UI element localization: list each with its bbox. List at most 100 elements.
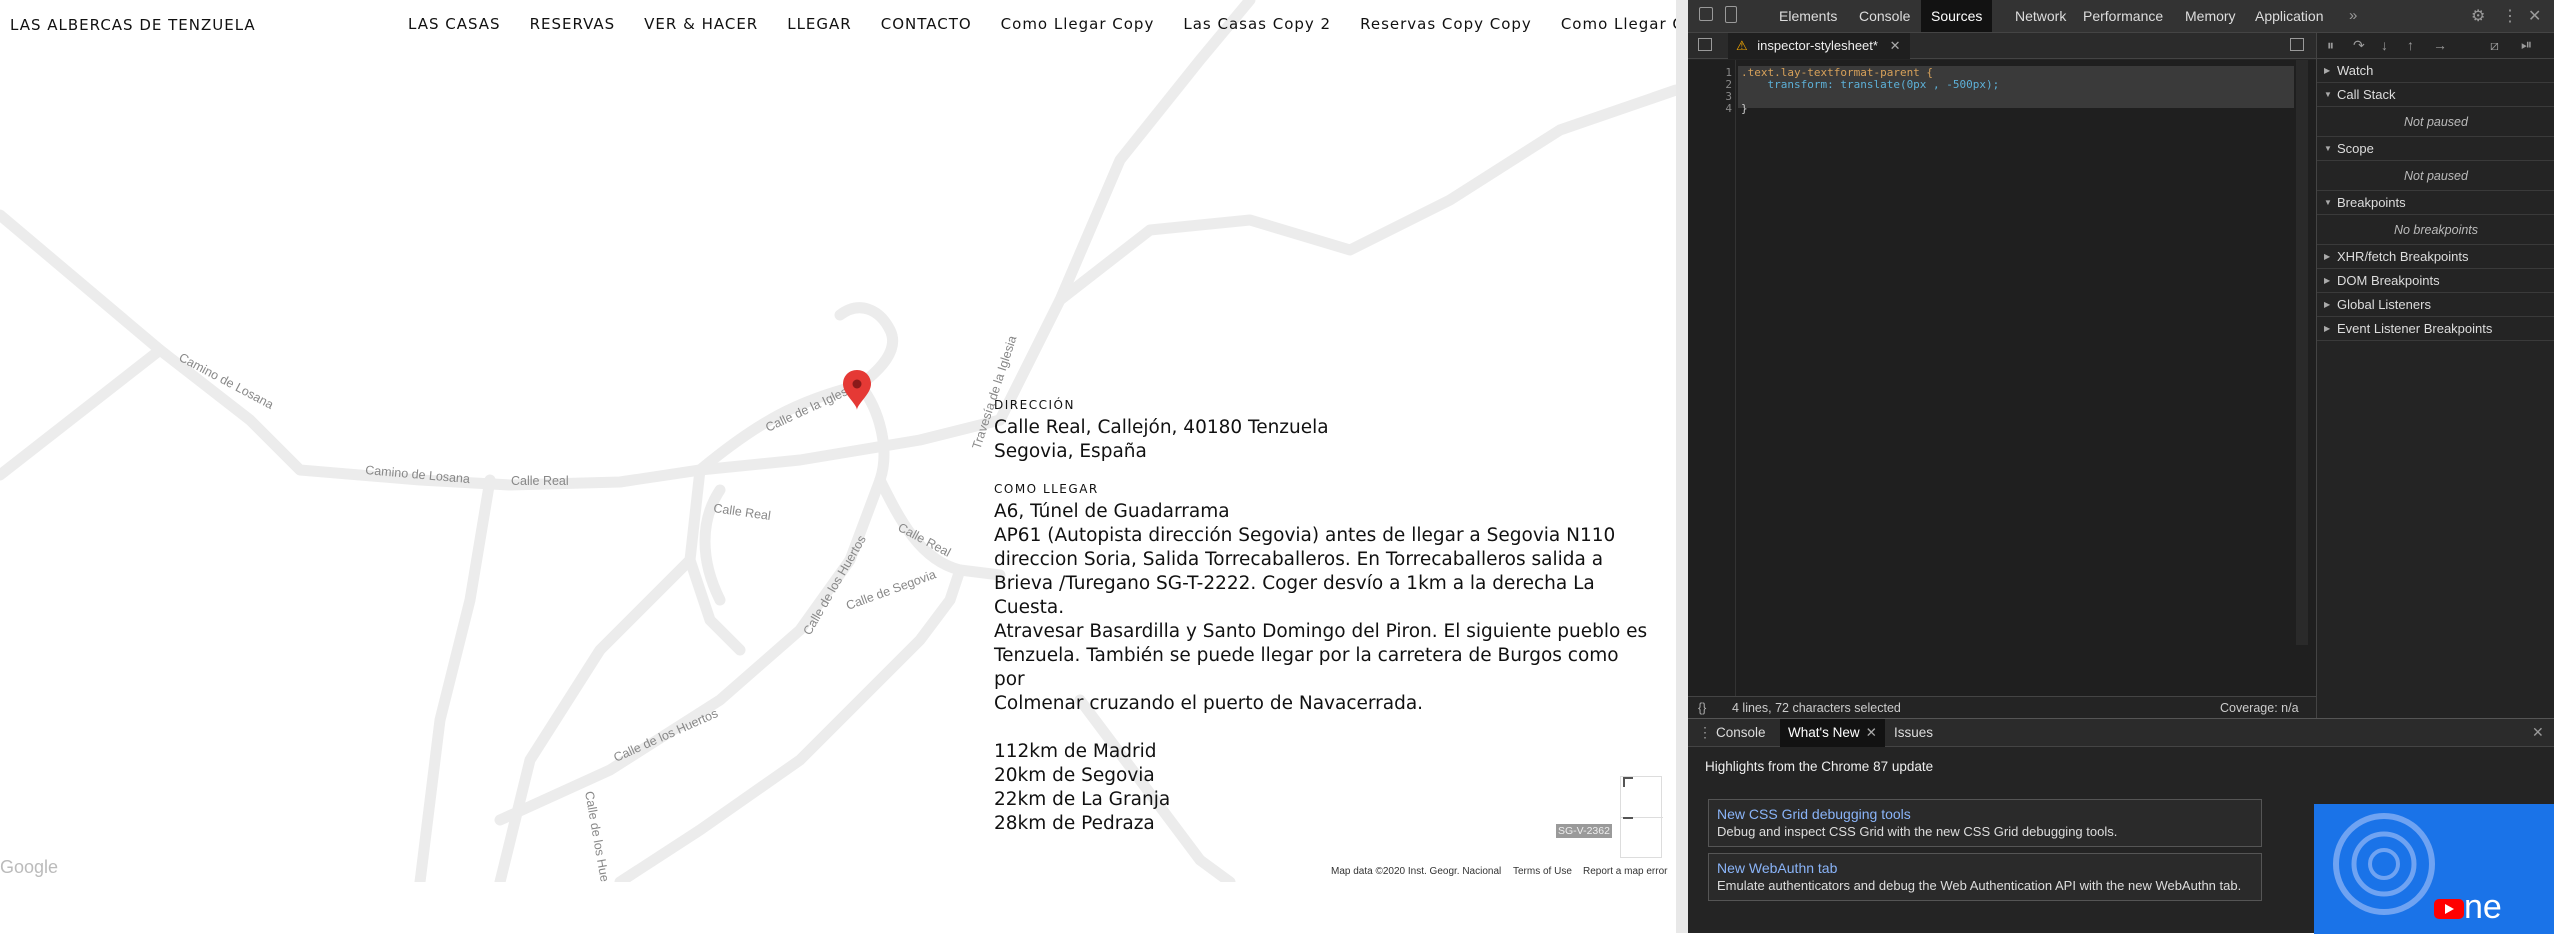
distance-item: 112km de Madrid [994,741,1157,762]
map-zoom-control[interactable] [1620,776,1663,858]
settings-gear-icon[interactable]: ⚙ [2471,6,2485,26]
website-viewport: Camino de Losana Camino de Losana Calle Re… [0,0,1676,933]
card-description: Emulate authenticators and debug the Web… [1717,878,2242,893]
close-devtools-icon[interactable]: ✕ [2528,6,2541,26]
editor-scrollbar[interactable] [2296,60,2308,645]
nav-link[interactable]: CONTACTO [881,15,972,33]
expanded-triangle-icon: ▼ [2324,198,2332,207]
inspect-element-icon[interactable] [1699,7,1713,21]
pause-on-exceptions-icon[interactable]: ⏯ [2521,36,2532,53]
pause-icon[interactable]: ⏸ [2327,37,2334,54]
section-dom-breakpoints[interactable]: ▶ DOM Breakpoints [2317,269,2554,293]
drawer-tab-label: Issues [1894,725,1934,740]
como-llegar-line: direccion Soria, Salida Torrecaballeros.… [994,549,1604,570]
tab-performance[interactable]: Performance [2073,0,2173,32]
kebab-menu-icon[interactable]: ⋮ [2502,6,2518,26]
code-line[interactable]: transform: translate(0px , -500px); [1741,78,1999,91]
nav-link[interactable]: LLEGAR [787,15,852,33]
report-map-error-link[interactable]: Report a map error [1583,866,1667,877]
devtools-tab-bar: Elements Console Sources Network Performance… [1688,0,2554,33]
tab-application[interactable]: Application [2245,0,2334,32]
pretty-print-icon[interactable]: {} [1698,697,1706,719]
como-llegar-line: A6, Túnel de Guadarrama [994,501,1230,522]
file-tab[interactable]: ⚠ inspector-stylesheet* ✕ [1728,33,1911,59]
nav-link[interactable]: RESERVAS [530,15,616,33]
step-over-icon[interactable]: ↷ [2353,37,2365,54]
promo-video-thumbnail[interactable]: ne [2314,804,2554,934]
collapsed-triangle-icon: ▶ [2324,324,2331,333]
tab-elements[interactable]: Elements [1769,0,1847,32]
whats-new-card[interactable]: New CSS Grid debugging tools Debug and in… [1708,799,2262,847]
distance-item: 22km de La Granja [994,789,1171,810]
drawer-tab-label: Console [1716,725,1766,740]
line-gutter: 1234 [1688,60,1736,696]
section-xhr-fetch-breakpoints[interactable]: ▶ XHR/fetch Breakpoints [2317,245,2554,269]
section-call-stack[interactable]: ▼ Call Stack [2317,83,2554,107]
step-icon[interactable]: → [2433,37,2447,53]
code-line[interactable]: } [1741,102,1748,115]
section-global-listeners[interactable]: ▶ Global Listeners [2317,293,2554,317]
debugger-sidebar: ⏸ ↷ ↓ ↑ → ⧄ ⏯ ▶ Watch ▼ Call Stack Not pause… [2316,33,2554,718]
close-file-icon[interactable]: ✕ [1890,38,1901,53]
road-badge: SG-V-2362 [1556,824,1612,838]
drawer-tab-what-s-new[interactable]: What's New ✕ [1780,719,1885,747]
section-note: Not paused [2317,107,2554,137]
debugger-toggle-icon[interactable] [2290,38,2304,51]
nav-link[interactable]: Reservas Copy Copy [1360,15,1532,33]
more-tabs-icon[interactable]: » [2349,7,2357,24]
section-breakpoints[interactable]: ▼ Breakpoints [2317,191,2554,215]
nav-link[interactable]: Como Llegar Opcion 2 [1561,15,1676,33]
close-drawer-icon[interactable]: ✕ [2532,724,2544,741]
collapsed-triangle-icon: ▶ [2324,300,2331,309]
nav-link[interactable]: Como Llegar Copy [1001,15,1155,33]
zoom-out-icon[interactable] [1623,817,1633,819]
como-llegar-text: A6, Túnel de Guadarrama AP61 (Autopista d… [994,500,1654,716]
debugger-toolbar: ⏸ ↷ ↓ ↑ → ⧄ ⏯ [2317,33,2554,59]
section-scope[interactable]: ▼ Scope [2317,137,2554,161]
deactivate-breakpoints-icon[interactable]: ⧄ [2490,37,2499,54]
card-title[interactable]: New WebAuthn tab [1717,860,2253,876]
como-llegar-heading: COMO LLEGAR [994,482,1099,496]
card-description: Debug and inspect CSS Grid with the new … [1717,824,2118,839]
devtools-splitter[interactable] [1676,0,1688,933]
coverage-status: Coverage: n/a [2220,701,2299,715]
tab-console[interactable]: Console [1849,0,1920,32]
section-label: Global Listeners [2337,297,2431,312]
promo-text: ne [2464,888,2502,926]
section-label: Breakpoints [2337,195,2406,210]
site-nav: LAS CASAS RESERVAS VER & HACER LLEGAR CONTAC… [408,15,1676,33]
tab-sources[interactable]: Sources [1921,0,1993,32]
step-out-icon[interactable]: ↑ [2407,37,2414,53]
nav-link[interactable]: VER & HACER [644,15,758,33]
como-llegar-line: Colmenar cruzando el puerto de Navacerra… [994,693,1424,714]
whats-new-card[interactable]: New WebAuthn tab Emulate authenticators a… [1708,853,2262,901]
distance-item: 20km de Segovia [994,765,1155,786]
nav-link[interactable]: LAS CASAS [408,15,501,33]
nav-link[interactable]: Las Casas Copy 2 [1183,15,1331,33]
terms-link[interactable]: Terms of Use [1513,866,1572,877]
device-toolbar-icon[interactable] [1725,6,1737,23]
drawer-tab-console[interactable]: Console [1708,719,1774,747]
navigator-toggle-icon[interactable] [1698,38,1712,51]
devtools-drawer: ⋮ Console What's New ✕ Issues ✕ Highlights … [1688,718,2554,934]
selection-status: 4 lines, 72 characters selected [1732,701,1901,715]
address-panel: DIRECCIÓN Calle Real, Callejón, 40180 Te… [994,398,1654,836]
close-tab-icon[interactable]: ✕ [1866,725,1877,740]
section-event-listener-breakpoints[interactable]: ▶ Event Listener Breakpoints [2317,317,2554,341]
card-title[interactable]: New CSS Grid debugging tools [1717,806,2253,822]
section-watch[interactable]: ▶ Watch [2317,59,2554,83]
code-editor[interactable]: 1234 .text.lay-textformat-parent { trans… [1688,60,2316,696]
distances-list: 112km de Madrid 20km de Segovia 22km de La… [994,740,1654,836]
drawer-tab-issues[interactable]: Issues [1886,719,1941,747]
zoom-in-icon[interactable] [1623,777,1633,787]
step-into-icon[interactable]: ↓ [2381,37,2388,53]
site-brand[interactable]: LAS ALBERCAS DE TENZUELA [10,16,256,34]
collapsed-triangle-icon: ▶ [2324,66,2331,75]
como-llegar-line: AP61 (Autopista dirección Segovia) antes… [994,525,1616,546]
tab-network[interactable]: Network [2005,0,2076,32]
line-number: 4 [1725,102,1732,115]
tab-memory[interactable]: Memory [2175,0,2246,32]
street-label: Calle Real [511,474,569,488]
google-logo[interactable]: Google [0,857,58,878]
direccion-line: Segovia, España [994,441,1147,462]
